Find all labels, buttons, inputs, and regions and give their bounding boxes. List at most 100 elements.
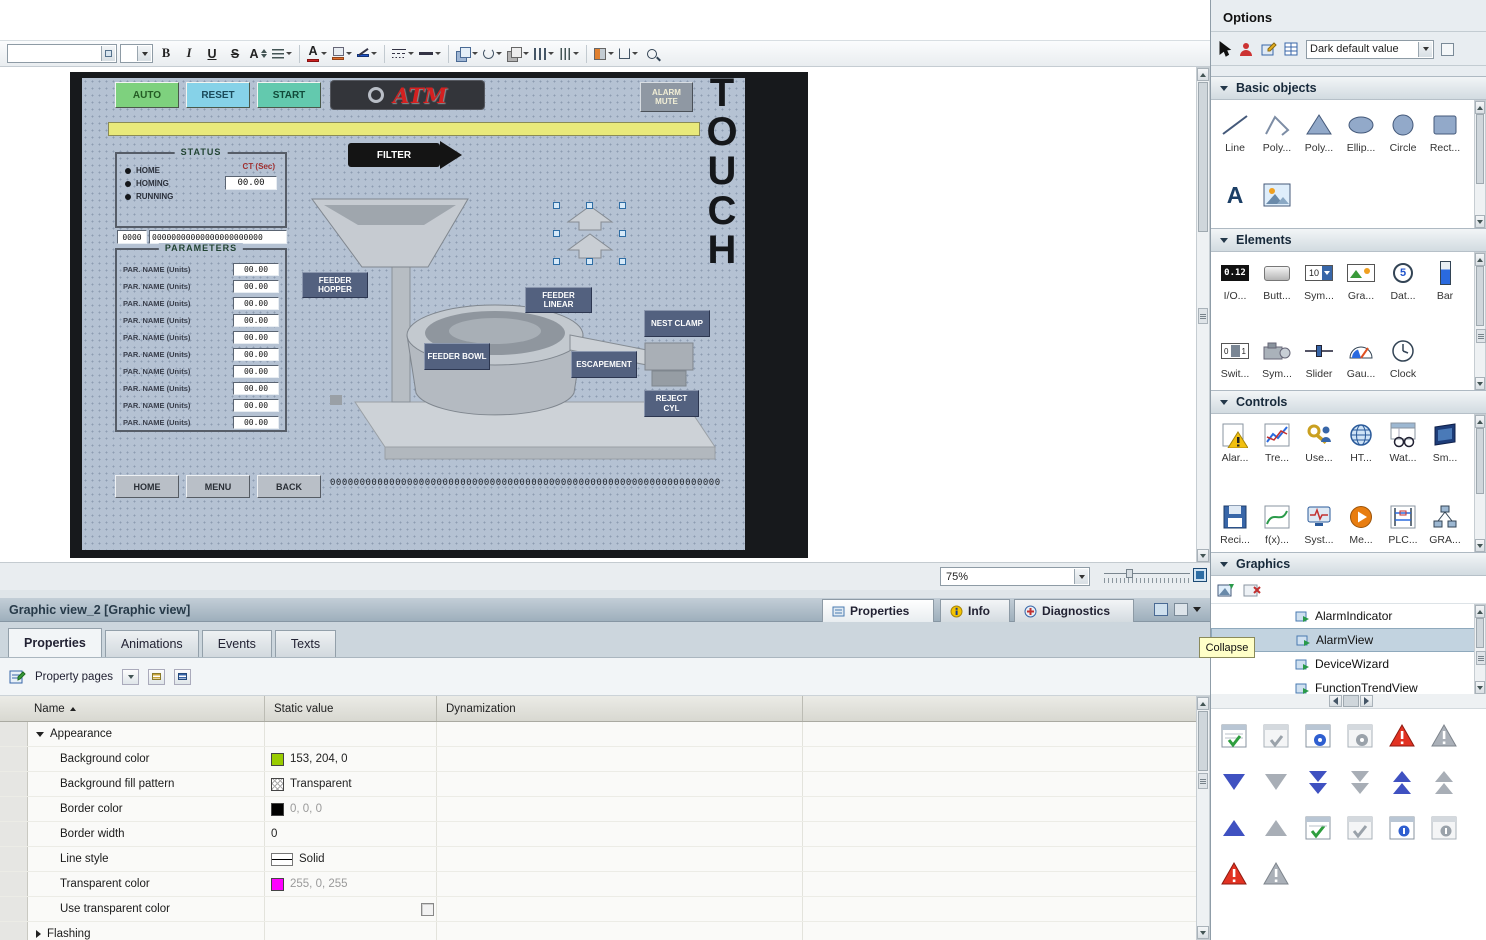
tool-switch[interactable]: 01Swit... xyxy=(1215,336,1255,380)
line-style-preview-icon[interactable] xyxy=(271,853,293,866)
ct-value-field[interactable]: 00.00 xyxy=(225,176,277,190)
tree-item-alarmindicator[interactable]: AlarmIndicator xyxy=(1211,604,1475,628)
selection-handle[interactable] xyxy=(553,230,560,237)
alarm-table-ack-graphic[interactable] xyxy=(1303,813,1333,843)
tool-polygon[interactable]: Poly... xyxy=(1299,110,1339,154)
tool-screen-window[interactable]: Sm... xyxy=(1425,420,1465,464)
escapement-label[interactable]: ESCAPEMENT xyxy=(571,351,637,378)
tool-date-time[interactable]: 5Dat... xyxy=(1383,258,1423,302)
tool-button[interactable]: Butt... xyxy=(1257,258,1297,302)
scrollbar-grip-icon[interactable] xyxy=(1198,773,1208,789)
arrow-double-up-graphic-gray[interactable] xyxy=(1429,767,1459,797)
arrow-double-up-graphic[interactable] xyxy=(1387,767,1417,797)
inspector-vertical-scrollbar[interactable] xyxy=(1196,696,1210,940)
scrollbar-thumb[interactable] xyxy=(1198,711,1208,771)
italic-button[interactable]: I xyxy=(179,44,199,64)
tool-gauge[interactable]: Gau... xyxy=(1341,336,1381,380)
alarm-table-check-graphic[interactable] xyxy=(1219,721,1249,751)
alarm-table-check-graphic-gray[interactable] xyxy=(1261,721,1291,751)
background-color-button[interactable] xyxy=(331,44,353,64)
scroll-up-icon[interactable] xyxy=(1475,415,1485,428)
counter-field[interactable]: 0000 xyxy=(117,230,147,244)
tab-properties[interactable]: Properties xyxy=(822,599,934,622)
distribute-objects-button[interactable] xyxy=(533,44,555,64)
scroll-right-icon[interactable] xyxy=(1360,695,1373,707)
alarm-table-help-graphic[interactable] xyxy=(1303,721,1333,751)
arrow-up-graphic-gray[interactable] xyxy=(1261,813,1291,843)
scroll-up-icon[interactable] xyxy=(1475,101,1485,114)
scrollbar-thumb[interactable] xyxy=(1198,82,1208,232)
scroll-down-icon[interactable] xyxy=(1475,681,1485,694)
parameter-value-field[interactable]: 00.00 xyxy=(233,263,279,276)
column-header-name[interactable]: Name xyxy=(0,696,265,721)
parameter-value-field[interactable]: 00.00 xyxy=(233,314,279,327)
align-objects-button[interactable] xyxy=(506,44,530,64)
section-controls[interactable]: Controls xyxy=(1211,390,1486,414)
tool-bar[interactable]: Bar xyxy=(1425,258,1465,302)
transparent-color-swatch[interactable] xyxy=(271,878,284,891)
add-graphic-icon[interactable] xyxy=(1217,582,1235,598)
parameters-group-object[interactable]: PARAMETERS PAR. NAME (Units)00.00 PAR. N… xyxy=(115,248,287,432)
line-style-button[interactable] xyxy=(391,44,415,64)
subtab-properties[interactable]: Properties xyxy=(8,628,102,657)
library-window-icon[interactable] xyxy=(1441,43,1454,56)
hmi-screen-object[interactable]: TOUCH AUTO RESET START ATM ALARM MUTE FI… xyxy=(70,72,808,558)
feeder-linear-label[interactable]: FEEDER LINEAR xyxy=(525,287,592,313)
subtab-events[interactable]: Events xyxy=(202,630,272,657)
zoom-dropdown-icon[interactable] xyxy=(1074,569,1088,584)
tool-user-view[interactable]: Use... xyxy=(1299,420,1339,464)
reject-cyl-label[interactable]: REJECT CYL xyxy=(644,390,699,417)
tool-line[interactable]: Line xyxy=(1215,110,1255,154)
selection-cursor-icon[interactable] xyxy=(1218,41,1232,57)
counter-long-field[interactable]: 00000000000000000000000 xyxy=(149,230,287,244)
font-name-combo[interactable] xyxy=(7,44,117,63)
status-group-object[interactable]: STATUS HOME HOMING RUNNING CT (Sec) 00.0… xyxy=(115,152,287,228)
parameter-value-field[interactable]: 00.00 xyxy=(233,416,279,429)
tool-io-field[interactable]: 0.12I/O... xyxy=(1215,258,1255,302)
expand-triangle-icon[interactable] xyxy=(36,732,44,737)
grid-view-icon[interactable] xyxy=(1284,42,1299,57)
scrollbar-grip-icon[interactable] xyxy=(1476,651,1486,665)
alarm-table-ack-graphic-gray[interactable] xyxy=(1345,813,1375,843)
expand-all-icon[interactable] xyxy=(148,669,165,685)
back-button-object[interactable]: BACK xyxy=(257,475,321,498)
scroll-up-icon[interactable] xyxy=(1197,697,1209,710)
alarm-warning-graphic-2[interactable] xyxy=(1219,859,1249,889)
section-graphics[interactable]: Graphics xyxy=(1211,552,1486,576)
parameter-value-field[interactable]: 00.00 xyxy=(233,399,279,412)
auto-button-object[interactable]: AUTO xyxy=(115,82,179,108)
selection-handle[interactable] xyxy=(586,202,593,209)
elements-scrollbar[interactable] xyxy=(1474,252,1486,390)
tool-polyline[interactable]: Poly... xyxy=(1257,110,1297,154)
splitter-grip-icon[interactable] xyxy=(1198,308,1208,324)
graphics-tree-scrollbar[interactable] xyxy=(1474,604,1486,694)
tool-media-player[interactable]: Me... xyxy=(1341,502,1381,546)
dock-inspector-icon[interactable] xyxy=(1174,603,1188,616)
scroll-down-icon[interactable] xyxy=(1475,377,1485,390)
underline-button[interactable]: U xyxy=(202,44,222,64)
arrow-double-down-graphic-gray[interactable] xyxy=(1345,767,1375,797)
alarm-table-info-graphic-gray[interactable] xyxy=(1429,813,1459,843)
alarm-table-help-graphic-gray[interactable] xyxy=(1345,721,1375,751)
expand-triangle-icon[interactable] xyxy=(36,930,41,938)
arrow-down-graphic[interactable] xyxy=(1219,767,1249,797)
strikethrough-button[interactable]: S xyxy=(225,44,245,64)
tool-alarm-view[interactable]: Alar... xyxy=(1215,420,1255,464)
table-row-flashing[interactable]: Flashing xyxy=(0,922,1196,940)
tab-diagnostics[interactable]: Diagnostics xyxy=(1014,599,1134,622)
table-row-background-color[interactable]: Background color 153, 204, 0 xyxy=(0,747,1196,772)
scroll-up-icon[interactable] xyxy=(1197,68,1209,81)
edit-style-icon[interactable] xyxy=(1261,42,1277,57)
selection-handle[interactable] xyxy=(553,258,560,265)
table-row-background-fill-pattern[interactable]: Background fill pattern Transparent xyxy=(0,772,1196,797)
alarm-warning-graphic-gray[interactable] xyxy=(1429,721,1459,751)
tool-plc-code-view[interactable]: PLC... xyxy=(1383,502,1423,546)
parameter-value-field[interactable]: 00.00 xyxy=(233,348,279,361)
subtab-animations[interactable]: Animations xyxy=(105,630,199,657)
tool-system-diagnostics[interactable]: Syst... xyxy=(1299,502,1339,546)
table-row-line-style[interactable]: Line style Solid xyxy=(0,847,1196,872)
home-button-object[interactable]: HOME xyxy=(115,475,179,498)
table-row-border-width[interactable]: Border width 0 xyxy=(0,822,1196,847)
screen-editor-canvas[interactable]: TOUCH AUTO RESET START ATM ALARM MUTE FI… xyxy=(0,67,1196,562)
table-row-use-transparent-color[interactable]: Use transparent color xyxy=(0,897,1196,922)
